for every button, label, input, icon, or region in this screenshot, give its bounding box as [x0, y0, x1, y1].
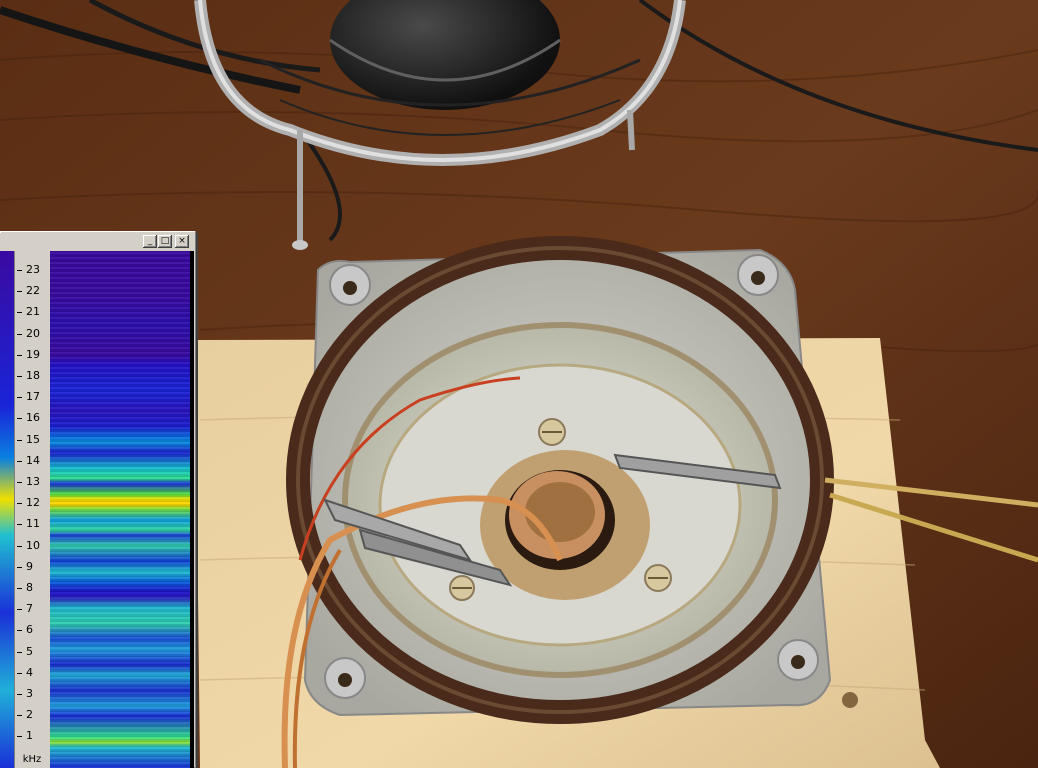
frequency-tick: 22 — [15, 284, 51, 298]
tick-label: 10 — [26, 538, 40, 552]
tick-mark — [17, 418, 22, 420]
frequency-tick: 4 — [15, 666, 51, 680]
frequency-unit-label: kHz — [22, 754, 42, 765]
tick-label: 2 — [26, 708, 33, 722]
spectrogram-left-strip — [0, 251, 14, 768]
tick-label: 8 — [26, 581, 33, 594]
tick-mark — [17, 609, 22, 611]
tick-label: 19 — [26, 347, 40, 361]
frequency-tick: 9 — [15, 560, 51, 574]
frequency-tick: 1 — [15, 729, 51, 743]
tick-mark — [17, 333, 22, 335]
maximize-icon[interactable]: □ — [158, 235, 172, 248]
tick-label: 7 — [26, 602, 33, 616]
tick-label: 5 — [26, 644, 33, 658]
frequency-tick: 20 — [15, 327, 51, 341]
tick-label: 1 — [26, 729, 33, 743]
frequency-tick: 15 — [15, 433, 51, 447]
tick-label: 21 — [26, 305, 40, 319]
frequency-axis: 23 22 21 20 19 18 17 16 15 14 13 12 11 10 9 8 7 6 5 4 3 2 1 — [14, 251, 52, 768]
tick-mark — [17, 482, 22, 483]
tick-label: 9 — [26, 559, 33, 573]
frequency-tick: 18 — [15, 369, 51, 383]
frequency-tick: 12 — [15, 496, 51, 510]
frequency-tick: 8 — [15, 581, 51, 595]
tick-label: 11 — [26, 517, 40, 531]
tick-mark — [17, 291, 22, 293]
tick-label: 22 — [26, 284, 40, 298]
frequency-tick: 14 — [15, 454, 51, 468]
tick-label: 4 — [26, 665, 33, 679]
tick-mark — [17, 588, 22, 589]
frequency-tick: 2 — [15, 708, 51, 722]
minimize-icon[interactable]: _ — [143, 235, 157, 248]
tick-mark — [17, 397, 22, 399]
tick-label: 6 — [26, 623, 33, 637]
frequency-tick: 10 — [15, 539, 51, 553]
tick-mark — [17, 354, 22, 356]
frequency-tick: 5 — [15, 645, 51, 659]
frequency-tick: 21 — [15, 305, 51, 319]
frequency-tick: 16 — [15, 411, 51, 425]
spectrogram-plot — [50, 251, 190, 768]
frequency-tick: 7 — [15, 602, 51, 616]
tick-label: 17 — [26, 390, 40, 404]
frequency-tick: 13 — [15, 475, 51, 489]
tick-mark — [17, 672, 22, 674]
tick-mark — [17, 460, 22, 462]
tick-label: 3 — [26, 687, 33, 700]
tick-label: 12 — [26, 496, 40, 510]
tick-label: 18 — [26, 369, 40, 382]
tick-mark — [17, 736, 22, 738]
frequency-tick: 23 — [15, 263, 51, 277]
frequency-tick: 11 — [15, 517, 51, 531]
tick-label: 16 — [26, 411, 40, 425]
frequency-tick: 6 — [15, 623, 51, 637]
tick-mark — [17, 694, 22, 695]
tick-label: 23 — [26, 263, 40, 276]
frequency-tick: 19 — [15, 348, 51, 362]
frequency-tick: 3 — [15, 687, 51, 701]
tick-mark — [17, 270, 22, 271]
tick-mark — [17, 566, 22, 568]
tick-mark — [17, 545, 22, 547]
tick-label: 13 — [26, 475, 40, 488]
spectrogram-view: 23 22 21 20 19 18 17 16 15 14 13 12 11 10 9 8 7 6 5 4 3 2 1 kH… — [0, 251, 194, 768]
close-icon[interactable]: × — [175, 235, 189, 248]
tick-mark — [17, 312, 22, 314]
tick-label: 14 — [26, 453, 40, 467]
tick-mark — [17, 503, 22, 505]
tick-mark — [17, 524, 22, 526]
tick-mark — [17, 376, 22, 377]
spectrogram-window: _ □ × 23 22 21 20 19 18 17 16 15 14 13 12 11 10 9 8 7 6 5 4… — [0, 231, 196, 768]
tick-label: 15 — [26, 432, 40, 446]
tick-label: 20 — [26, 326, 40, 340]
tick-mark — [17, 651, 22, 653]
window-titlebar: _ □ × — [0, 233, 194, 251]
tick-mark — [17, 630, 22, 632]
tick-mark — [17, 439, 22, 441]
tick-mark — [17, 715, 22, 717]
frequency-tick: 17 — [15, 390, 51, 404]
